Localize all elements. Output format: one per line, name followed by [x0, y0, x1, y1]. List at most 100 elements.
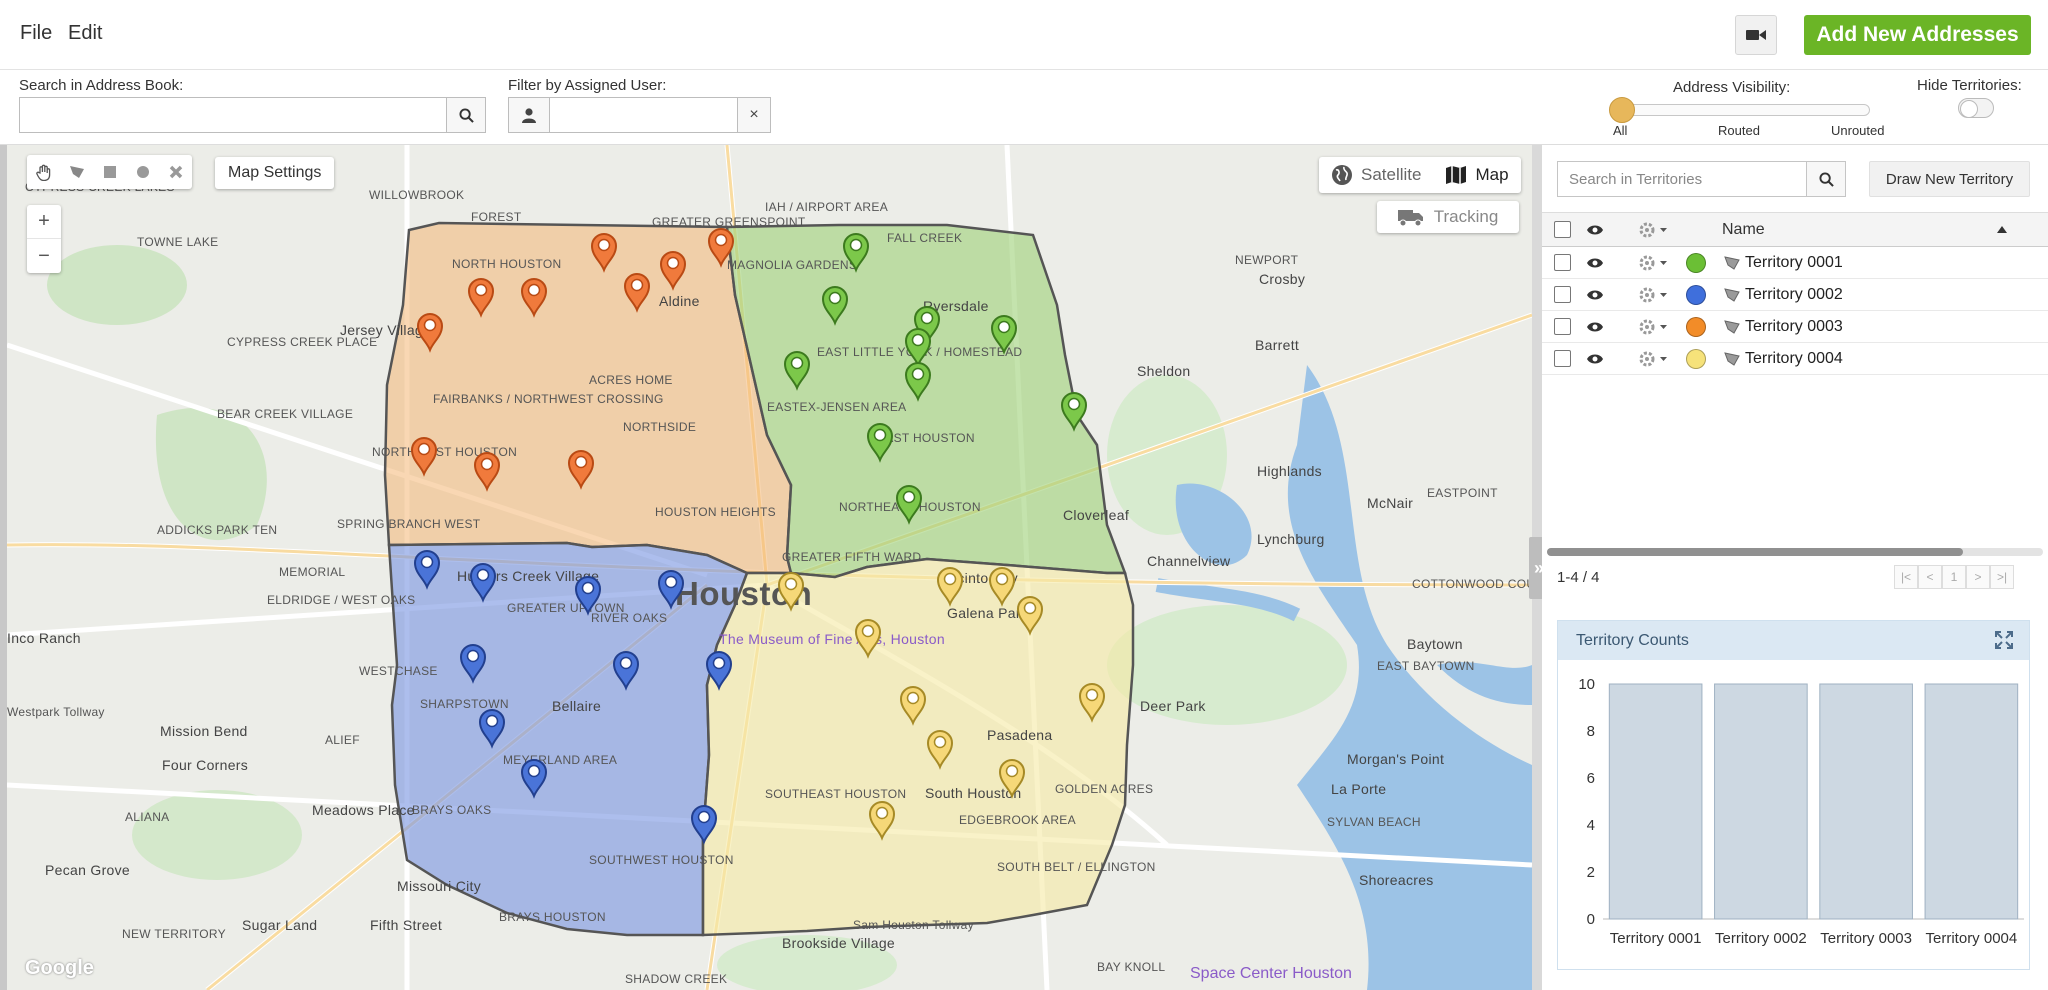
add-new-addresses-button[interactable]: Add New Addresses: [1804, 15, 2031, 55]
address-marker[interactable]: [895, 485, 923, 525]
address-marker[interactable]: [574, 576, 602, 616]
row-checkbox[interactable]: [1554, 318, 1571, 335]
menu-edit[interactable]: Edit: [68, 22, 102, 45]
user-picker-button[interactable]: [508, 97, 550, 133]
territory-color-dot[interactable]: [1686, 316, 1706, 337]
address-marker[interactable]: [926, 730, 954, 770]
pager-first[interactable]: |<: [1894, 565, 1918, 589]
address-marker[interactable]: [478, 709, 506, 749]
address-marker[interactable]: [459, 644, 487, 684]
address-marker[interactable]: [1016, 596, 1044, 636]
visibility-slider-knob[interactable]: [1609, 97, 1635, 123]
address-marker[interactable]: [410, 437, 438, 477]
territory-search-button[interactable]: [1806, 161, 1846, 197]
address-marker[interactable]: [854, 619, 882, 659]
address-marker[interactable]: [473, 452, 501, 492]
gear-dropdown-icon[interactable]: [1638, 221, 1668, 239]
address-marker[interactable]: [567, 450, 595, 490]
user-filter-input[interactable]: [549, 97, 738, 133]
clear-shapes-icon[interactable]: [159, 155, 192, 189]
map-type-map[interactable]: Map: [1433, 157, 1520, 193]
zoom-out-button[interactable]: −: [27, 239, 61, 273]
address-marker[interactable]: [904, 328, 932, 368]
rectangle-tool-icon[interactable]: [93, 155, 126, 189]
draw-new-territory-button[interactable]: Draw New Territory: [1869, 161, 2030, 197]
address-marker[interactable]: [659, 251, 687, 291]
pager-last[interactable]: >|: [1990, 565, 2014, 589]
pager-page[interactable]: 1: [1942, 565, 1966, 589]
territory-name[interactable]: Territory 0004: [1745, 343, 1843, 374]
territory-color-dot[interactable]: [1686, 348, 1706, 369]
bar[interactable]: [1608, 683, 1703, 920]
territory-name[interactable]: Territory 0001: [1745, 247, 1843, 278]
territory-row[interactable]: Territory 0003: [1542, 311, 2048, 343]
address-marker[interactable]: [904, 362, 932, 402]
column-header-name[interactable]: Name: [1722, 213, 1765, 246]
territory-color-dot[interactable]: [1686, 252, 1706, 273]
address-marker[interactable]: [520, 759, 548, 799]
clear-user-button[interactable]: ×: [737, 97, 771, 133]
address-marker[interactable]: [868, 801, 896, 841]
address-marker[interactable]: [998, 759, 1026, 799]
address-marker[interactable]: [623, 273, 651, 313]
territory-color-dot[interactable]: [1686, 284, 1706, 305]
address-search-button[interactable]: [446, 97, 486, 133]
eye-icon[interactable]: [1587, 257, 1603, 269]
address-marker[interactable]: [1060, 392, 1088, 432]
eye-icon[interactable]: [1587, 353, 1603, 365]
row-checkbox[interactable]: [1554, 286, 1571, 303]
pan-hand-icon[interactable]: [27, 155, 60, 189]
table-horizontal-scrollbar[interactable]: [1547, 548, 2043, 556]
address-marker[interactable]: [842, 233, 870, 273]
territory-row[interactable]: Territory 0001: [1542, 247, 2048, 279]
zoom-in-button[interactable]: +: [27, 205, 61, 239]
address-marker[interactable]: [821, 286, 849, 326]
tracking-button[interactable]: Tracking: [1377, 201, 1519, 233]
sort-ascending-icon[interactable]: [1997, 226, 2007, 233]
address-marker[interactable]: [866, 423, 894, 463]
select-all-checkbox[interactable]: [1554, 221, 1571, 238]
scrollbar-thumb[interactable]: [1547, 548, 1963, 556]
territory-search-input[interactable]: Search in Territories: [1557, 161, 1807, 197]
menu-file[interactable]: File: [20, 22, 52, 45]
address-marker[interactable]: [988, 567, 1016, 607]
bar[interactable]: [1819, 683, 1913, 920]
address-marker[interactable]: [612, 651, 640, 691]
eye-icon[interactable]: [1587, 289, 1603, 301]
video-button[interactable]: [1735, 15, 1777, 55]
row-checkbox[interactable]: [1554, 350, 1571, 367]
expand-icon[interactable]: [1995, 631, 2013, 654]
address-marker[interactable]: [783, 351, 811, 391]
pager-next[interactable]: >: [1966, 565, 1990, 589]
address-marker[interactable]: [990, 315, 1018, 355]
map-type-satellite[interactable]: Satellite: [1319, 157, 1433, 193]
gear-dropdown-icon[interactable]: [1638, 350, 1668, 368]
territory-name[interactable]: Territory 0002: [1745, 279, 1843, 310]
address-marker[interactable]: [777, 572, 805, 612]
circle-tool-icon[interactable]: [126, 155, 159, 189]
polygon-tool-icon[interactable]: [60, 155, 93, 189]
address-marker[interactable]: [469, 563, 497, 603]
territory-row[interactable]: Territory 0002: [1542, 279, 2048, 311]
address-marker[interactable]: [936, 567, 964, 607]
bar[interactable]: [1714, 683, 1808, 920]
address-marker[interactable]: [413, 550, 441, 590]
address-marker[interactable]: [899, 686, 927, 726]
territory-row[interactable]: Territory 0004: [1542, 343, 2048, 375]
address-marker[interactable]: [520, 278, 548, 318]
address-marker[interactable]: [1078, 683, 1106, 723]
eye-icon[interactable]: [1587, 224, 1603, 236]
map-canvas[interactable]: CYPRESS CREEK LAKES TOWNE LAKE WILLOWBRO…: [0, 145, 1532, 990]
eye-icon[interactable]: [1587, 321, 1603, 333]
bar[interactable]: [1924, 683, 2019, 920]
hide-territories-toggle[interactable]: [1958, 98, 1994, 118]
gear-dropdown-icon[interactable]: [1638, 318, 1668, 336]
map-settings-button[interactable]: Map Settings: [215, 157, 335, 189]
address-search-input[interactable]: [19, 97, 447, 133]
address-marker[interactable]: [590, 233, 618, 273]
pager-prev[interactable]: <: [1918, 565, 1942, 589]
territory-name[interactable]: Territory 0003: [1745, 311, 1843, 342]
row-checkbox[interactable]: [1554, 254, 1571, 271]
address-marker[interactable]: [657, 570, 685, 610]
address-marker[interactable]: [416, 313, 444, 353]
